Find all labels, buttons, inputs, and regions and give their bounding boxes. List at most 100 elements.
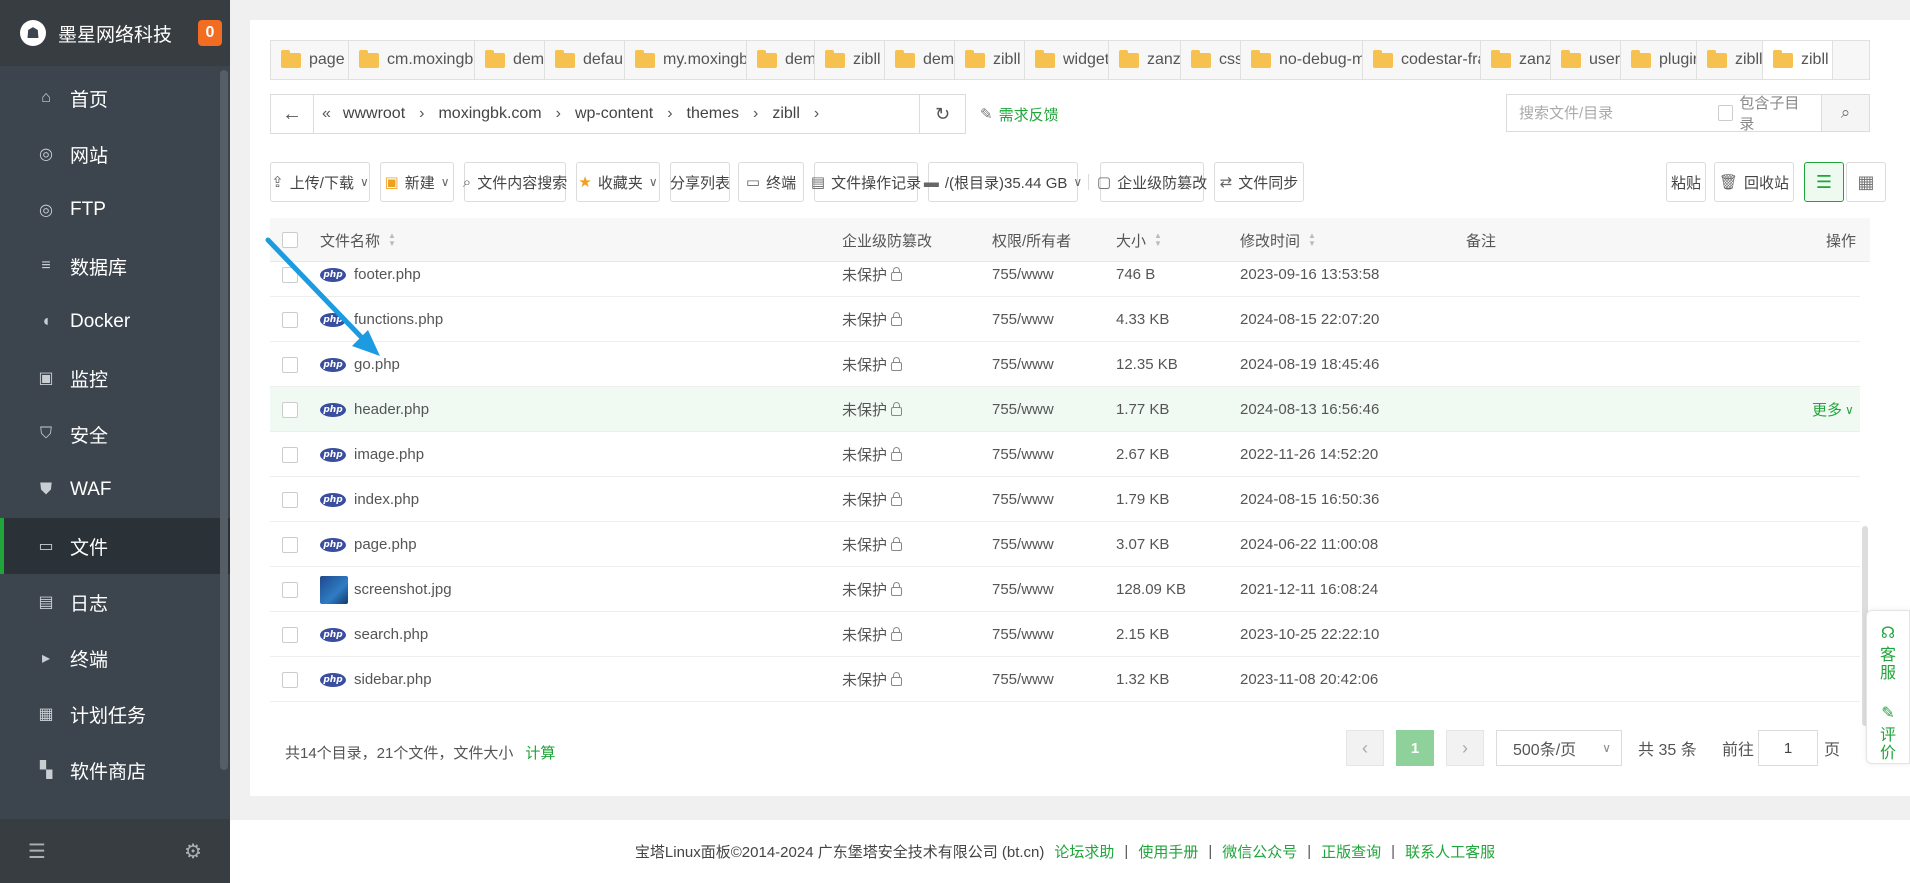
- next-page-button[interactable]: ›: [1446, 730, 1484, 766]
- permission[interactable]: 755/www: [992, 342, 1054, 387]
- row-checkbox[interactable]: [282, 262, 304, 297]
- breadcrumb[interactable]: « wwwroot › moxingbk.com › wp-content › the…: [314, 94, 920, 134]
- permission[interactable]: 755/www: [992, 567, 1054, 612]
- permission[interactable]: 755/www: [992, 522, 1054, 567]
- content-search-button[interactable]: ⌕ 文件内容搜索: [463, 162, 567, 202]
- file-name[interactable]: php page.php: [320, 522, 417, 567]
- file-sync-button[interactable]: ⇄ 文件同步: [1214, 162, 1304, 202]
- operation-log-button[interactable]: ▤ 文件操作记录: [811, 162, 921, 202]
- file-name[interactable]: php sidebar.php: [320, 657, 432, 702]
- calculate-link[interactable]: 计算: [525, 745, 555, 762]
- tab-directory[interactable]: demo: [475, 41, 545, 79]
- table-row[interactable]: php footer.php 未保护 755/www 746 B 2023-09-…: [270, 262, 1860, 297]
- breadcrumb-item[interactable]: wwwroot: [343, 105, 405, 123]
- file-name[interactable]: php index.php: [320, 477, 419, 522]
- permission[interactable]: 755/www: [992, 477, 1054, 522]
- footer-link-manual[interactable]: 使用手册: [1138, 841, 1198, 862]
- table-row[interactable]: php image.php 未保护 755/www 2.67 KB 2022-11…: [270, 432, 1860, 477]
- sidebar-item-home[interactable]: ⌂ 首页: [0, 70, 230, 126]
- checkbox-box[interactable]: [1718, 105, 1734, 121]
- file-name[interactable]: php functions.php: [320, 297, 443, 342]
- permission[interactable]: 755/www: [992, 657, 1054, 702]
- file-name[interactable]: screenshot.jpg: [320, 567, 452, 612]
- recycle-bin-button[interactable]: 🗑 回收站: [1714, 162, 1794, 202]
- double-chevron-left-icon[interactable]: «: [322, 105, 331, 123]
- table-row[interactable]: screenshot.jpg 未保护 755/www 128.09 KB 202…: [270, 567, 1860, 612]
- tab-directory[interactable]: default: [545, 41, 625, 79]
- disk-select[interactable]: ▬/(根目录)35.44 GB ∨: [924, 162, 1082, 202]
- tab-directory[interactable]: codestar-fra: [1363, 41, 1481, 79]
- tamper-status[interactable]: 未保护: [842, 387, 903, 432]
- grid-view-button[interactable]: ▦: [1846, 162, 1886, 202]
- tamper-status[interactable]: 未保护: [842, 477, 903, 522]
- page-size-select[interactable]: 500条/页 ∨: [1496, 730, 1622, 766]
- favorites-button[interactable]: ★ 收藏夹 ∨: [576, 162, 660, 202]
- sidebar-scrollbar[interactable]: [220, 70, 228, 770]
- current-page[interactable]: 1: [1396, 730, 1434, 766]
- table-row[interactable]: php functions.php 未保护 755/www 4.33 KB 202…: [270, 297, 1860, 342]
- upload-download-button[interactable]: ⇪ 上传/下载 ∨: [270, 162, 370, 202]
- share-list-button[interactable]: 分享列表: [670, 162, 730, 202]
- tab-directory[interactable]: css: [1181, 41, 1241, 79]
- footer-link-support[interactable]: 联系人工客服: [1405, 841, 1495, 862]
- footer-link-forum[interactable]: 论坛求助: [1054, 841, 1114, 862]
- select-all-checkbox[interactable]: [282, 218, 304, 262]
- sidebar-item-store[interactable]: ▚ 软件商店: [0, 742, 230, 798]
- sidebar-item-database[interactable]: ≡ 数据库: [0, 238, 230, 294]
- sort-icon[interactable]: ▲ ▼: [1154, 232, 1162, 248]
- tab-directory[interactable]: zanzh: [1481, 41, 1551, 79]
- tab-directory[interactable]: demo: [885, 41, 955, 79]
- include-subdir-checkbox[interactable]: 包含子目录: [1718, 92, 1811, 134]
- table-row[interactable]: php sidebar.php 未保护 755/www 1.32 KB 2023-…: [270, 657, 1860, 702]
- sidebar-item-monitor[interactable]: ▣ 监控: [0, 350, 230, 406]
- tamper-status[interactable]: 未保护: [842, 612, 903, 657]
- sidebar-item-website[interactable]: ◎ 网站: [0, 126, 230, 182]
- prev-page-button[interactable]: ‹: [1346, 730, 1384, 766]
- sidebar-item-terminal[interactable]: ▸ 终端: [0, 630, 230, 686]
- search-button[interactable]: ⌕: [1821, 95, 1869, 131]
- breadcrumb-item[interactable]: wp-content: [575, 105, 653, 123]
- tab-directory[interactable]: demo: [747, 41, 815, 79]
- table-row[interactable]: php page.php 未保护 755/www 3.07 KB 2024-06-…: [270, 522, 1860, 567]
- tamper-status[interactable]: 未保护: [842, 522, 903, 567]
- row-checkbox[interactable]: [282, 432, 304, 477]
- permission[interactable]: 755/www: [992, 387, 1054, 432]
- collapse-menu-icon[interactable]: ☰: [28, 839, 46, 864]
- tab-directory-active[interactable]: zibll: [1763, 41, 1833, 79]
- tab-directory[interactable]: widget: [1025, 41, 1109, 79]
- breadcrumb-item[interactable]: themes: [687, 105, 739, 123]
- new-button[interactable]: ▣ 新建 ∨: [380, 162, 454, 202]
- tamper-status[interactable]: 未保护: [842, 567, 903, 612]
- header-mtime[interactable]: 修改时间 ▲ ▼: [1240, 218, 1316, 262]
- table-row[interactable]: php search.php 未保护 755/www 2.15 KB 2023-1…: [270, 612, 1860, 657]
- row-checkbox[interactable]: [282, 297, 304, 342]
- row-checkbox[interactable]: [282, 387, 304, 432]
- file-name[interactable]: php header.php: [320, 387, 429, 432]
- file-name[interactable]: php search.php: [320, 612, 428, 657]
- tamper-status[interactable]: 未保护: [842, 297, 903, 342]
- tamper-protection-button[interactable]: ▢ 企业级防篡改: [1097, 162, 1207, 202]
- file-name[interactable]: php image.php: [320, 432, 424, 477]
- permission[interactable]: 755/www: [992, 432, 1054, 477]
- tab-directory[interactable]: zibll: [1697, 41, 1763, 79]
- sidebar-item-ftp[interactable]: ◎ FTP: [0, 182, 230, 238]
- row-checkbox[interactable]: [282, 612, 304, 657]
- tab-directory[interactable]: zibll: [955, 41, 1025, 79]
- back-button[interactable]: ←: [270, 94, 314, 134]
- tamper-status[interactable]: 未保护: [842, 262, 903, 297]
- tamper-status[interactable]: 未保护: [842, 657, 903, 702]
- rate-button[interactable]: ✎ 评 价: [1880, 705, 1896, 763]
- feedback-link[interactable]: ✎ 需求反馈: [980, 104, 1059, 125]
- tamper-status[interactable]: 未保护: [842, 342, 903, 387]
- tab-directory[interactable]: cm.moxingbk: [349, 41, 475, 79]
- sidebar-item-files[interactable]: ▭ 文件: [0, 518, 230, 574]
- settings-gear-icon[interactable]: ⚙: [184, 839, 202, 864]
- footer-link-wechat[interactable]: 微信公众号: [1222, 841, 1297, 862]
- permission[interactable]: 755/www: [992, 297, 1054, 342]
- sidebar-item-cron[interactable]: ▦ 计划任务: [0, 686, 230, 742]
- permission[interactable]: 755/www: [992, 262, 1054, 297]
- row-checkbox[interactable]: [282, 522, 304, 567]
- table-row[interactable]: php go.php 未保护 755/www 12.35 KB 2024-08-1…: [270, 342, 1860, 387]
- tamper-status[interactable]: 未保护: [842, 432, 903, 477]
- paste-button[interactable]: 粘贴: [1666, 162, 1706, 202]
